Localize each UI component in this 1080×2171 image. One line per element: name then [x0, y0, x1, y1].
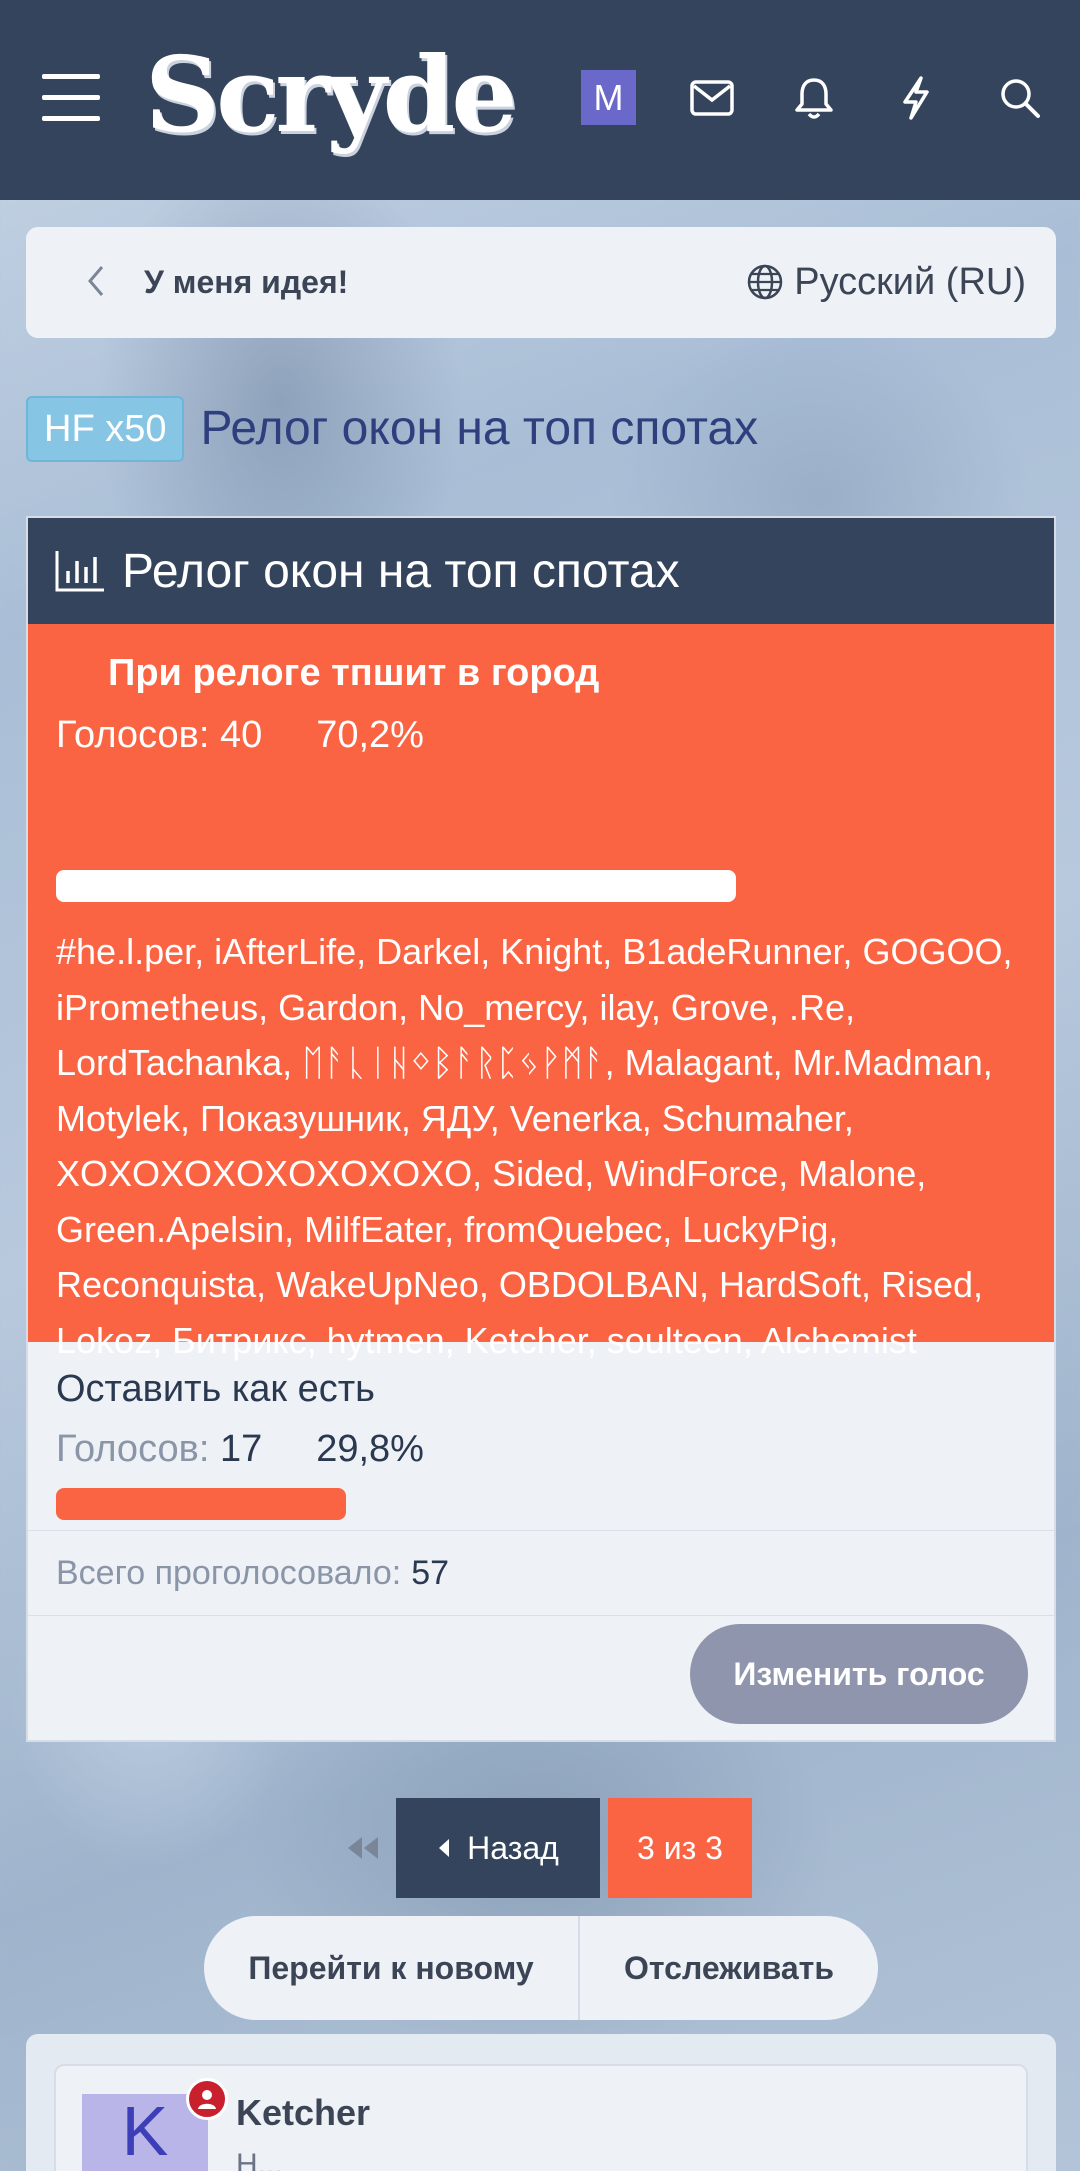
poll-option-name: Оставить как есть	[56, 1368, 375, 1410]
change-vote-button[interactable]: Изменить голос	[690, 1624, 1028, 1724]
caret-left-icon	[439, 1839, 450, 1857]
votes-label: Голосов:	[56, 714, 210, 756]
voter-list: #he.l.per, iAfterLife, Darkel, Knight, B…	[56, 931, 1013, 1361]
globe-icon	[748, 264, 783, 300]
menu-icon[interactable]	[42, 74, 100, 122]
bell-icon[interactable]	[786, 70, 842, 126]
user-avatar[interactable]: M	[581, 70, 636, 125]
prev-page-button[interactable]: Назад	[396, 1798, 600, 1898]
watch-button[interactable]: Отслеживать	[580, 1916, 878, 2020]
poll-option-name: При релоге тпшит в город	[108, 652, 600, 694]
breadcrumb-link[interactable]: У меня идея!	[144, 257, 348, 307]
pagination: Назад 3 из 3	[330, 1798, 752, 1898]
post-user-title: Н...	[236, 2148, 283, 2171]
go-to-new-button[interactable]: Перейти к новому	[204, 1916, 580, 2020]
poll-option-votes: Голосов: 17 29,8%	[56, 1424, 424, 1474]
mail-icon[interactable]	[684, 70, 740, 126]
votes-label: Голосов:	[56, 1428, 210, 1470]
site-logo[interactable]: Scryde	[145, 30, 518, 160]
thread-prefix-badge[interactable]: HF x50	[26, 396, 185, 462]
poll-card: Релог окон на топ спотах При релоге тпши…	[26, 516, 1056, 1742]
chevron-left-icon[interactable]	[86, 263, 106, 304]
first-page-icon[interactable]	[330, 1798, 396, 1898]
votes-count: 17	[219, 1428, 263, 1470]
poll-option-bar	[56, 870, 736, 902]
bolt-icon[interactable]	[888, 70, 944, 126]
total-count: 57	[411, 1553, 450, 1592]
poll-title: Релог окон на топ спотах	[122, 544, 680, 598]
votes-percent: 70,2%	[316, 714, 424, 756]
language-label: Русский (RU)	[794, 261, 1026, 303]
votes-percent: 29,8%	[316, 1428, 424, 1470]
thread-title-row: HF x50 Релог окон на топ спотах	[26, 396, 758, 462]
prev-page-label: Назад	[467, 1829, 559, 1866]
poll-option-bar	[56, 1488, 346, 1520]
breadcrumb: У меня идея! Русский (RU)	[26, 227, 1056, 338]
thread-actions: Перейти к новому Отслеживать	[204, 1916, 878, 2020]
poll-total: Всего проголосовало: 57	[28, 1530, 1054, 1616]
language-selector[interactable]: Русский (RU)	[746, 255, 1026, 309]
poll-option-1: При релоге тпшит в город Голосов: 40 70,…	[28, 624, 1054, 1361]
thread-title: Релог окон на топ спотах	[200, 402, 759, 455]
search-icon[interactable]	[992, 70, 1048, 126]
total-label: Всего проголосовало:	[56, 1553, 402, 1592]
post-username[interactable]: Ketcher	[236, 2092, 370, 2134]
poll-header: Релог окон на топ спотах	[28, 518, 1054, 624]
votes-count: 40	[219, 714, 263, 756]
bar-chart-icon	[55, 551, 104, 592]
poll-option-2: Оставить как есть Голосов: 17 29,8%	[28, 1342, 1054, 1530]
poll-option-votes: Голосов: 40 70,2%	[56, 710, 424, 760]
current-page-indicator[interactable]: 3 из 3	[608, 1798, 752, 1898]
staff-badge-icon	[186, 2078, 228, 2120]
top-navigation-bar: Scryde M	[0, 0, 1080, 200]
